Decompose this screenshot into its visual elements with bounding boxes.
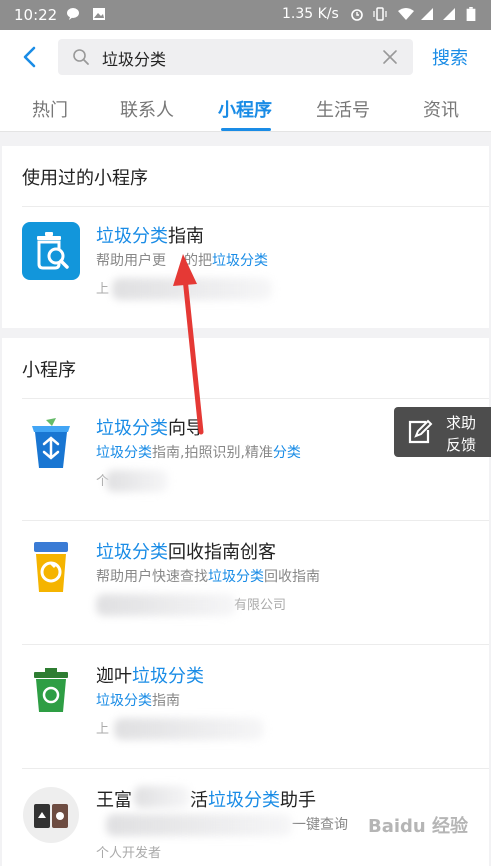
image-notification-icon	[93, 8, 105, 20]
list-item-jiaye[interactable]: 迦叶垃圾分类 垃圾分类指南 上	[2, 662, 489, 762]
vibrate-icon	[373, 7, 387, 21]
watermark: Baidu 经验	[368, 816, 469, 837]
help-label-line1: 求助	[446, 414, 477, 432]
redacted-region	[112, 278, 272, 300]
alarm-icon	[351, 9, 363, 21]
divider	[22, 398, 489, 399]
divider	[22, 520, 489, 521]
trash-search-app-icon	[22, 222, 80, 280]
status-bar: 10:22 1.35 K/s	[0, 0, 491, 30]
divider	[22, 768, 489, 769]
recycle-bin-icon	[32, 418, 70, 468]
item-title: 垃圾分类回收指南创客	[96, 542, 276, 563]
section-title-used: 使用过的小程序	[22, 168, 148, 189]
tab-bar: 热门 联系人 小程序 生活号 资讯	[0, 92, 491, 132]
item-title: 王富 活垃圾分类助手	[96, 790, 316, 811]
green-bin-icon	[34, 668, 68, 712]
item-description: 垃圾分类指南,拍照识别,精准分类	[96, 445, 301, 461]
tab-contacts[interactable]: 联系人	[120, 96, 174, 122]
item-description: 帮助用户更 的把垃圾分类	[96, 253, 268, 269]
redacted-region	[106, 814, 292, 836]
help-label-line2: 反馈	[446, 436, 477, 454]
back-arrow-icon[interactable]	[18, 44, 44, 70]
item-developer: 上	[96, 282, 110, 297]
item-title: 垃圾分类向导	[96, 418, 204, 439]
network-speed: 1.35 K/s	[282, 6, 339, 22]
search-query[interactable]: 垃圾分类	[102, 46, 166, 70]
list-item-guide[interactable]: 垃圾分类指南 帮助用户更 的把垃圾分类 上	[2, 222, 489, 312]
used-mini-programs-panel: 使用过的小程序 垃圾分类指南 帮助用户更 的把垃圾分类 上	[2, 146, 489, 328]
item-developer: 上	[96, 722, 110, 737]
search-button[interactable]: 搜索	[432, 44, 468, 70]
edit-icon	[408, 419, 433, 444]
divider	[22, 644, 489, 645]
tab-life-accounts[interactable]: 生活号	[316, 96, 370, 122]
redacted-region	[106, 470, 168, 492]
redacted-region	[134, 786, 190, 808]
signal-icon-1	[421, 8, 433, 20]
item-description: 帮助用户快速查找垃圾分类回收指南	[96, 569, 320, 585]
item-title: 垃圾分类指南	[96, 226, 204, 247]
active-tab-indicator	[221, 128, 271, 131]
yellow-bin-icon	[34, 542, 68, 592]
tab-news[interactable]: 资讯	[423, 96, 459, 122]
list-item-recycling-guide[interactable]: 垃圾分类回收指南创客 帮助用户快速查找垃圾分类回收指南 有限公司	[2, 538, 489, 638]
tab-popular[interactable]: 热门	[32, 96, 68, 122]
search-input[interactable]: 垃圾分类	[58, 39, 413, 75]
item-description: 垃圾分类指南	[96, 693, 180, 709]
item-title: 迦叶垃圾分类	[96, 666, 204, 687]
section-title-mini-programs: 小程序	[22, 360, 76, 381]
wifi-icon	[398, 8, 414, 20]
search-icon	[73, 49, 89, 65]
status-time: 10:22	[14, 6, 58, 24]
sorting-bins-icon	[23, 787, 79, 843]
search-header: 垃圾分类 搜索 热门 联系人 小程序 生活号 资讯	[0, 30, 491, 132]
item-developer: 个人开发者	[96, 846, 162, 861]
redacted-region	[96, 594, 236, 616]
redacted-region	[114, 718, 264, 740]
clear-icon[interactable]	[381, 48, 399, 66]
help-feedback-button[interactable]: 求助 反馈	[394, 407, 491, 457]
battery-icon	[466, 7, 476, 21]
divider	[22, 206, 489, 207]
chat-notification-icon	[67, 8, 79, 20]
tab-mini-programs[interactable]: 小程序	[218, 96, 272, 122]
signal-icon-2	[443, 8, 455, 20]
